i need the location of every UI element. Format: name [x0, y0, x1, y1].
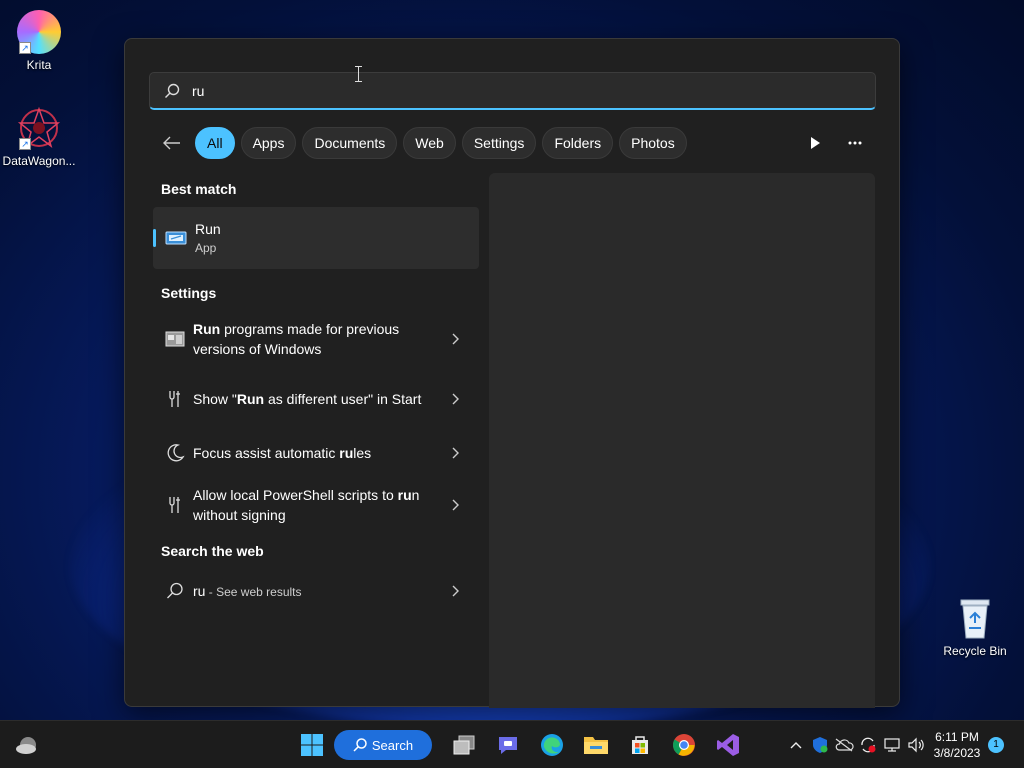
desktop-icon-label: Recycle Bin: [943, 644, 1007, 658]
task-view-icon: [453, 735, 475, 755]
shield-icon: [813, 737, 828, 753]
show-hidden-icons-button[interactable]: [784, 733, 808, 757]
chrome-button[interactable]: [664, 727, 704, 763]
visual-studio-button[interactable]: [708, 727, 748, 763]
edge-icon: [541, 734, 563, 756]
store-button[interactable]: [620, 727, 660, 763]
more-filters-button[interactable]: [795, 127, 835, 159]
settings-heading: Settings: [161, 285, 217, 301]
onedrive-tray-button[interactable]: [832, 733, 856, 757]
weather-widget[interactable]: [14, 733, 40, 757]
teams-chat-icon: [499, 737, 517, 754]
play-icon: [811, 137, 820, 149]
chevron-right-icon: [452, 585, 459, 597]
file-explorer-button[interactable]: [576, 727, 616, 763]
text-cursor: [355, 66, 366, 82]
network-tray-button[interactable]: [880, 733, 904, 757]
best-match-heading: Best match: [161, 181, 237, 197]
filter-bar: All Apps Documents Web Settings Folders …: [155, 127, 875, 159]
search-icon: [353, 738, 367, 752]
compatibility-icon: [165, 331, 185, 347]
system-tray: [784, 733, 928, 757]
visual-studio-icon: [717, 734, 739, 756]
taskbar-clock[interactable]: 6:11 PM 3/8/2023: [926, 729, 988, 761]
notification-badge[interactable]: 1: [988, 737, 1004, 753]
desktop-icon-recycle-bin[interactable]: Recycle Bin: [934, 596, 1016, 658]
results-list: Best match Run App Settings Run programs…: [153, 173, 479, 613]
sync-alert-icon: [861, 737, 876, 753]
clock-time: 6:11 PM: [935, 730, 979, 744]
filter-all[interactable]: All: [195, 127, 235, 159]
filter-apps[interactable]: Apps: [240, 127, 297, 159]
cloud-offline-icon: [835, 738, 854, 752]
shortcut-arrow-icon: ↗: [19, 42, 31, 54]
back-arrow-icon: [163, 136, 180, 150]
search-icon: [165, 83, 180, 98]
taskbar-search-button[interactable]: Search: [334, 730, 432, 760]
chrome-icon: [673, 734, 695, 756]
network-icon: [884, 738, 900, 752]
shortcut-arrow-icon: ↗: [19, 138, 31, 150]
taskbar-search-label: Search: [371, 737, 414, 753]
moon-icon: [167, 444, 185, 462]
best-match-item[interactable]: Run App: [153, 207, 479, 269]
desktop-icon-krita[interactable]: ↗ Krita: [0, 10, 80, 72]
store-icon: [632, 736, 648, 754]
chevron-right-icon: [452, 499, 459, 511]
start-button[interactable]: [292, 727, 332, 763]
selection-indicator: [153, 229, 156, 247]
settings-tools-icon: [169, 391, 180, 407]
filter-photos[interactable]: Photos: [619, 127, 687, 159]
folder-icon: [584, 737, 608, 754]
chevron-right-icon: [452, 333, 459, 345]
taskbar: Search 6:11 PM 3/8/2023 1: [0, 720, 1024, 768]
task-view-button[interactable]: [444, 727, 484, 763]
datawagon-icon: ↗: [17, 106, 61, 150]
settings-result-item[interactable]: Show "Run as different user" in Start: [153, 371, 479, 427]
desktop-icon-datawagon[interactable]: ↗ DataWagon...: [0, 106, 80, 168]
taskbar-apps: Search: [290, 727, 750, 763]
chat-button[interactable]: [488, 727, 528, 763]
ellipsis-icon: [848, 141, 862, 145]
desktop-icon-label: DataWagon...: [2, 154, 76, 168]
defender-tray-button[interactable]: [808, 733, 832, 757]
filter-documents[interactable]: Documents: [302, 127, 398, 159]
chevron-right-icon: [452, 447, 459, 459]
recycle-bin-icon: [955, 596, 995, 640]
speaker-icon: [908, 737, 924, 753]
chevron-up-icon: [790, 742, 802, 749]
search-input[interactable]: [192, 82, 792, 99]
desktop-icon-label: Krita: [26, 58, 52, 72]
settings-result-item[interactable]: Focus assist automatic rules: [153, 431, 479, 475]
search-icon: [167, 582, 183, 599]
settings-result-item[interactable]: Allow local PowerShell scripts to run wi…: [153, 477, 479, 533]
best-match-name: Run: [195, 221, 221, 237]
preview-pane: [489, 173, 875, 708]
krita-icon: ↗: [17, 10, 61, 54]
web-result-item[interactable]: ru - See web results: [153, 569, 479, 613]
filter-web[interactable]: Web: [403, 127, 456, 159]
cloud-icon: [16, 737, 36, 754]
settings-result-item[interactable]: Run programs made for previous versions …: [153, 311, 479, 367]
filter-folders[interactable]: Folders: [542, 127, 614, 159]
chevron-right-icon: [452, 393, 459, 405]
search-box[interactable]: [149, 72, 876, 110]
sync-tray-button[interactable]: [856, 733, 880, 757]
edge-button[interactable]: [532, 727, 572, 763]
filter-settings[interactable]: Settings: [461, 127, 537, 159]
volume-tray-button[interactable]: [904, 733, 928, 757]
best-match-kind: App: [195, 241, 217, 255]
clock-date: 3/8/2023: [933, 746, 981, 760]
start-search-panel: All Apps Documents Web Settings Folders …: [124, 38, 900, 708]
settings-tools-icon: [169, 497, 180, 513]
run-app-icon: [165, 231, 187, 245]
windows-logo-icon: [301, 734, 323, 756]
options-button[interactable]: [835, 127, 875, 159]
back-button[interactable]: [155, 127, 189, 159]
search-web-heading: Search the web: [161, 543, 264, 559]
